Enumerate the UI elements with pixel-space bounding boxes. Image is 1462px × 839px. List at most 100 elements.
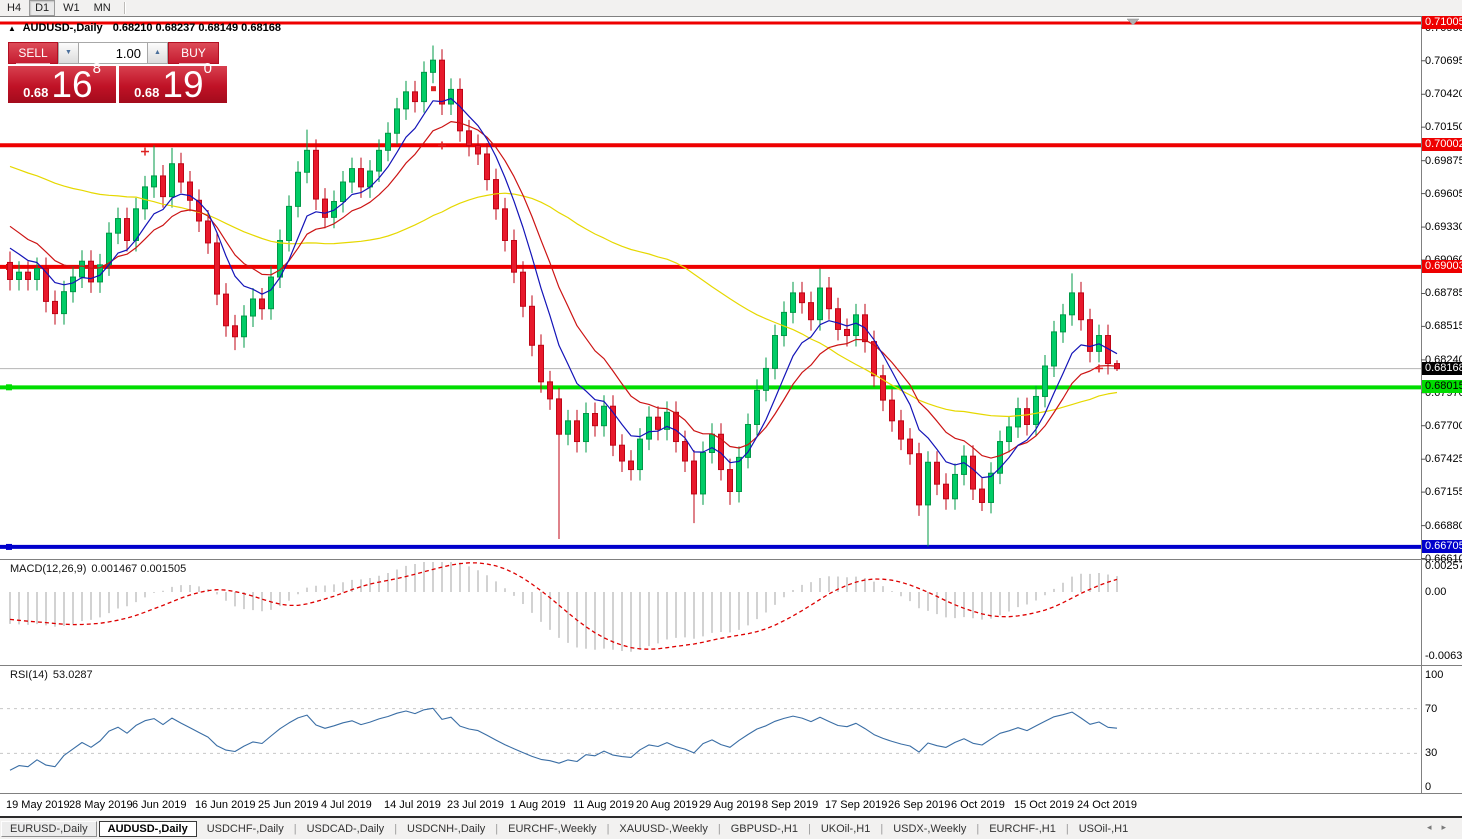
candle bbox=[260, 299, 265, 309]
tab-divider: | bbox=[880, 823, 883, 835]
candle bbox=[125, 219, 130, 241]
candle bbox=[368, 171, 373, 187]
timeframe-button-mn[interactable]: MN bbox=[88, 0, 117, 16]
tab-divider: | bbox=[607, 823, 610, 835]
chart-tab-gbpusd-h1[interactable]: GBPUSD-,H1 bbox=[723, 822, 806, 836]
chart-tab-usdx-weekly[interactable]: USDX-,Weekly bbox=[885, 822, 974, 836]
chart-window: ▲ AUDUSD-,Daily 0.68210 0.68237 0.68149 … bbox=[0, 16, 1462, 816]
rsi-indicator-label: RSI(14)53.0287 bbox=[10, 669, 93, 681]
rsi-tick-label: 30 bbox=[1425, 747, 1437, 759]
volume-decrease-button[interactable]: ▼ bbox=[58, 42, 79, 64]
candle bbox=[296, 172, 301, 206]
buy-price-display[interactable]: 0.68190 bbox=[119, 66, 227, 103]
chart-tab-eurusd-daily[interactable]: EURUSD-,Daily bbox=[1, 821, 97, 837]
chart-tab-usdchf-daily[interactable]: USDCHF-,Daily bbox=[199, 822, 292, 836]
candle bbox=[836, 309, 841, 330]
rsi-tick-label: 70 bbox=[1425, 703, 1437, 715]
candle bbox=[521, 272, 526, 306]
candle bbox=[80, 261, 85, 277]
toolbar-separator bbox=[124, 2, 126, 14]
candle bbox=[854, 315, 859, 336]
chart-tab-audusd-daily[interactable]: AUDUSD-,Daily bbox=[99, 821, 197, 837]
candle bbox=[170, 164, 175, 197]
chart-tab-usdcnh-daily[interactable]: USDCNH-,Daily bbox=[399, 822, 493, 836]
candle bbox=[638, 439, 643, 469]
chart-tab-usoil-h1[interactable]: USOil-,H1 bbox=[1071, 822, 1137, 836]
tab-scroll-arrows[interactable]: ◂▸ bbox=[1427, 822, 1456, 833]
candle bbox=[404, 92, 409, 109]
current-price-badge: 0.68168 bbox=[1422, 362, 1462, 375]
date-label: 23 Jul 2019 bbox=[447, 799, 504, 811]
timeframe-button-h4[interactable]: H4 bbox=[1, 0, 27, 16]
candle bbox=[179, 164, 184, 182]
tab-divider: | bbox=[1066, 823, 1069, 835]
macd-tick-label: -0.006326 bbox=[1425, 650, 1462, 662]
timeframe-toolbar: H4D1W1MN bbox=[0, 0, 1462, 17]
date-label: 19 May 2019 bbox=[6, 799, 70, 811]
sell-price-display[interactable]: 0.68168 bbox=[8, 66, 116, 103]
candle bbox=[917, 454, 922, 505]
candle bbox=[935, 462, 940, 484]
candle bbox=[845, 329, 850, 335]
chart-title-symbol: AUDUSD-,Daily bbox=[23, 22, 103, 34]
candle bbox=[953, 474, 958, 498]
date-label: 15 Oct 2019 bbox=[1014, 799, 1074, 811]
candle bbox=[1052, 332, 1057, 366]
candle bbox=[503, 209, 508, 241]
date-label: 14 Jul 2019 bbox=[384, 799, 441, 811]
buy-price-pips: 19 bbox=[162, 70, 203, 100]
candle bbox=[755, 390, 760, 424]
chart-tab-ukoil-h1[interactable]: UKOil-,H1 bbox=[813, 822, 879, 836]
candle bbox=[224, 294, 229, 326]
date-label: 8 Sep 2019 bbox=[762, 799, 818, 811]
candle bbox=[143, 187, 148, 209]
chart-canvas bbox=[0, 16, 1462, 816]
timeframe-button-d1[interactable]: D1 bbox=[29, 0, 55, 16]
chart-tab-usdcad-daily[interactable]: USDCAD-,Daily bbox=[299, 822, 393, 836]
candle bbox=[116, 219, 121, 234]
chart-tab-eurchf-weekly[interactable]: EURCHF-,Weekly bbox=[500, 822, 604, 836]
date-label: 6 Jun 2019 bbox=[132, 799, 186, 811]
candle bbox=[278, 240, 283, 277]
chart-tab-xauusd-weekly[interactable]: XAUUSD-,Weekly bbox=[611, 822, 715, 836]
tab-divider: | bbox=[394, 823, 397, 835]
rsi-line bbox=[10, 708, 1117, 770]
candle bbox=[314, 150, 319, 199]
candle bbox=[926, 462, 931, 505]
buy-price-base: 0.68 bbox=[134, 85, 159, 100]
candle bbox=[386, 133, 391, 150]
sell-button[interactable]: SELL bbox=[8, 42, 58, 64]
price-level-badge: 0.66705 bbox=[1422, 540, 1462, 553]
chart-tab-eurchf-h1[interactable]: EURCHF-,H1 bbox=[981, 822, 1064, 836]
candle bbox=[728, 470, 733, 492]
slow-ma bbox=[10, 166, 1117, 416]
candle bbox=[890, 400, 895, 421]
price-tick-label: 0.67700 bbox=[1425, 420, 1462, 432]
candle bbox=[134, 209, 139, 241]
candle bbox=[350, 169, 355, 182]
candle bbox=[692, 461, 697, 494]
collapse-triangle-icon[interactable]: ▲ bbox=[8, 24, 16, 33]
volume-increase-button[interactable]: ▲ bbox=[147, 42, 168, 64]
volume-input[interactable] bbox=[79, 43, 147, 63]
date-label: 16 Jun 2019 bbox=[195, 799, 256, 811]
timeframe-button-w1[interactable]: W1 bbox=[57, 0, 86, 16]
candle bbox=[962, 456, 967, 474]
candle bbox=[1034, 396, 1039, 424]
sell-price-base: 0.68 bbox=[23, 85, 48, 100]
candle bbox=[530, 306, 535, 345]
date-label: 24 Oct 2019 bbox=[1077, 799, 1137, 811]
candle bbox=[215, 243, 220, 294]
candle bbox=[1043, 366, 1048, 396]
date-label: 11 Aug 2019 bbox=[573, 799, 634, 811]
candle bbox=[827, 288, 832, 309]
one-click-trade-panel: SELL ▼ ▲ BUY 0.68168 0.68190 bbox=[8, 42, 228, 103]
tab-divider: | bbox=[718, 823, 721, 835]
candle bbox=[701, 453, 706, 494]
candle bbox=[512, 240, 517, 272]
candle bbox=[8, 262, 13, 279]
candle bbox=[584, 414, 589, 442]
candle bbox=[431, 60, 436, 72]
candle bbox=[773, 336, 778, 369]
candle bbox=[35, 269, 40, 280]
